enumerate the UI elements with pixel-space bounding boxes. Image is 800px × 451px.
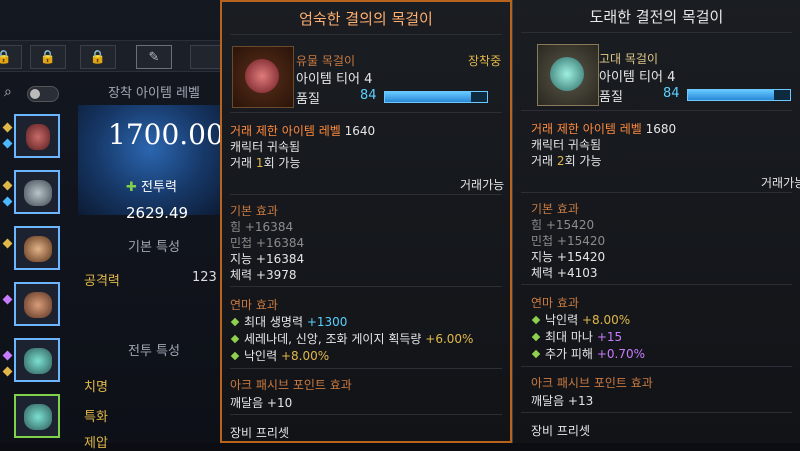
- slot-marker: [2, 294, 13, 305]
- tab-locked-1[interactable]: 🔒: [0, 45, 22, 69]
- equipped-badge: 장착중: [468, 54, 502, 68]
- tooltip-title: 엄숙한 결의의 목걸이: [299, 10, 433, 28]
- spec-label: 특화: [84, 410, 108, 425]
- item-tier: 아이템 티어 4: [599, 70, 676, 85]
- attack-label: 공격력: [84, 274, 120, 289]
- ark-passive-header: 아크 패시브 포인트 효과: [230, 378, 352, 392]
- lock-icon: 🔒: [39, 49, 57, 65]
- combat-stats-header: 전투 특성: [128, 344, 180, 359]
- slot-marker: [2, 180, 13, 191]
- basic-effect-header: 기본 효과: [531, 202, 579, 216]
- toggle-switch[interactable]: [27, 86, 59, 102]
- item-level-value: 1700.00: [108, 118, 224, 151]
- tooltip-equipped: 엄숙한 결의의 목걸이 유물 목걸이 장착중 아이템 티어 4 품질 84 거래…: [220, 0, 512, 443]
- refine-line-3: 추가 피해 +0.70%: [531, 345, 645, 362]
- basic-stat-dex: 민첩 +15420: [531, 234, 606, 248]
- tooltip-compare: 도래한 결전의 목걸이 고대 목걸이 아이템 티어 4 품질 84 거래 제한 …: [512, 0, 800, 443]
- refine-effect-header: 연마 효과: [531, 296, 579, 310]
- equip-slot-1[interactable]: [14, 114, 60, 158]
- basic-stat-dex: 민첩 +16384: [230, 236, 305, 250]
- item-grade: 유물 목걸이: [296, 54, 356, 68]
- equip-slot-2[interactable]: [14, 170, 60, 214]
- lock-icon: 🔒: [0, 49, 13, 65]
- basic-stat-vit: 체력 +4103: [531, 266, 598, 280]
- equip-slot-3[interactable]: [14, 226, 60, 270]
- slot-marker: [2, 122, 13, 133]
- basic-effect-header: 기본 효과: [230, 204, 278, 218]
- attack-value: 123: [192, 270, 217, 285]
- preset-label: 장비 프리셋: [531, 424, 591, 438]
- combat-power-label: ✚ 전투력: [126, 180, 177, 195]
- tradeable-text: 거래가능: [460, 178, 505, 192]
- req-level-label: 거래 제한 아이템 레벨: [531, 122, 642, 136]
- crit-label: 치명: [84, 380, 108, 395]
- quality-label: 품질: [599, 90, 623, 105]
- basic-stat-str: 힘 +16384: [230, 220, 294, 234]
- req-level-value: 1640: [344, 124, 376, 138]
- bound-text: 캐릭터 귀속됨: [531, 138, 602, 152]
- trade-count-text: 거래 2회 가능: [531, 154, 602, 168]
- refine-line-3: 낙인력 +8.00%: [230, 347, 329, 364]
- tradeable-text: 거래가능: [761, 176, 800, 190]
- slot-marker: [2, 366, 13, 377]
- equip-slot-6[interactable]: [14, 394, 60, 438]
- quality-value: 84: [663, 86, 680, 101]
- item-grade: 고대 목걸이: [599, 52, 659, 66]
- panel-tab-bar: 🔒 🔒 🔒 ✎: [0, 40, 226, 72]
- tab-edit[interactable]: ✎: [136, 45, 172, 69]
- tooltip-title: 도래한 결전의 목걸이: [589, 8, 724, 26]
- slot-marker: [2, 138, 13, 149]
- lock-icon: 🔒: [89, 49, 107, 65]
- tab-locked-2[interactable]: 🔒: [30, 45, 66, 69]
- ark-passive-value: 깨달음 +10: [230, 396, 293, 410]
- trade-count-text: 거래 1회 가능: [230, 156, 301, 170]
- slot-marker: [2, 350, 13, 361]
- refine-line-2: 최대 마나 +15: [531, 328, 622, 345]
- item-icon: [232, 46, 294, 108]
- basic-stat-int: 지능 +15420: [531, 250, 606, 264]
- bound-text: 캐릭터 귀속됨: [230, 140, 301, 154]
- quality-value: 84: [360, 88, 377, 103]
- basic-stats-header: 기본 특성: [128, 240, 180, 255]
- item-level-header: 장착 아이템 레벨: [108, 86, 200, 101]
- ark-passive-header: 아크 패시브 포인트 효과: [531, 376, 653, 390]
- refine-line-2: 세레나데, 신앙, 조화 게이지 획득량 +6.00%: [230, 330, 473, 347]
- basic-stat-str: 힘 +15420: [531, 218, 595, 232]
- refine-effect-header: 연마 효과: [230, 298, 278, 312]
- ark-passive-value: 깨달음 +13: [531, 394, 594, 408]
- tab-locked-3[interactable]: 🔒: [80, 45, 116, 69]
- basic-stat-int: 지능 +16384: [230, 252, 305, 266]
- item-icon: [537, 44, 599, 106]
- req-level-label: 거래 제한 아이템 레벨: [230, 124, 341, 138]
- item-tier: 아이템 티어 4: [296, 72, 373, 87]
- refine-line-1: 낙인력 +8.00%: [531, 311, 630, 328]
- req-level-value: 1680: [645, 122, 677, 136]
- character-panel: 🔒 🔒 🔒 ✎ ⌕ 장착 아이템 레벨 1700.00 ✚ 전투력 2629.4…: [0, 0, 226, 451]
- slot-marker: [2, 196, 13, 207]
- quality-label: 품질: [296, 92, 320, 107]
- equip-slot-5[interactable]: [14, 338, 60, 382]
- refine-line-1: 최대 생명력 +1300: [230, 313, 347, 330]
- partial-stat-label: 제압: [84, 436, 108, 451]
- edit-icon: ✎: [148, 49, 160, 65]
- equip-slot-4[interactable]: [14, 282, 60, 326]
- combat-power-value: 2629.49: [126, 204, 189, 222]
- search-icon[interactable]: ⌕: [4, 84, 12, 100]
- slot-marker: [2, 238, 13, 249]
- basic-stat-vit: 체력 +3978: [230, 268, 297, 282]
- quality-bar: [687, 89, 791, 101]
- quality-bar: [384, 91, 488, 103]
- preset-label: 장비 프리셋: [230, 426, 290, 440]
